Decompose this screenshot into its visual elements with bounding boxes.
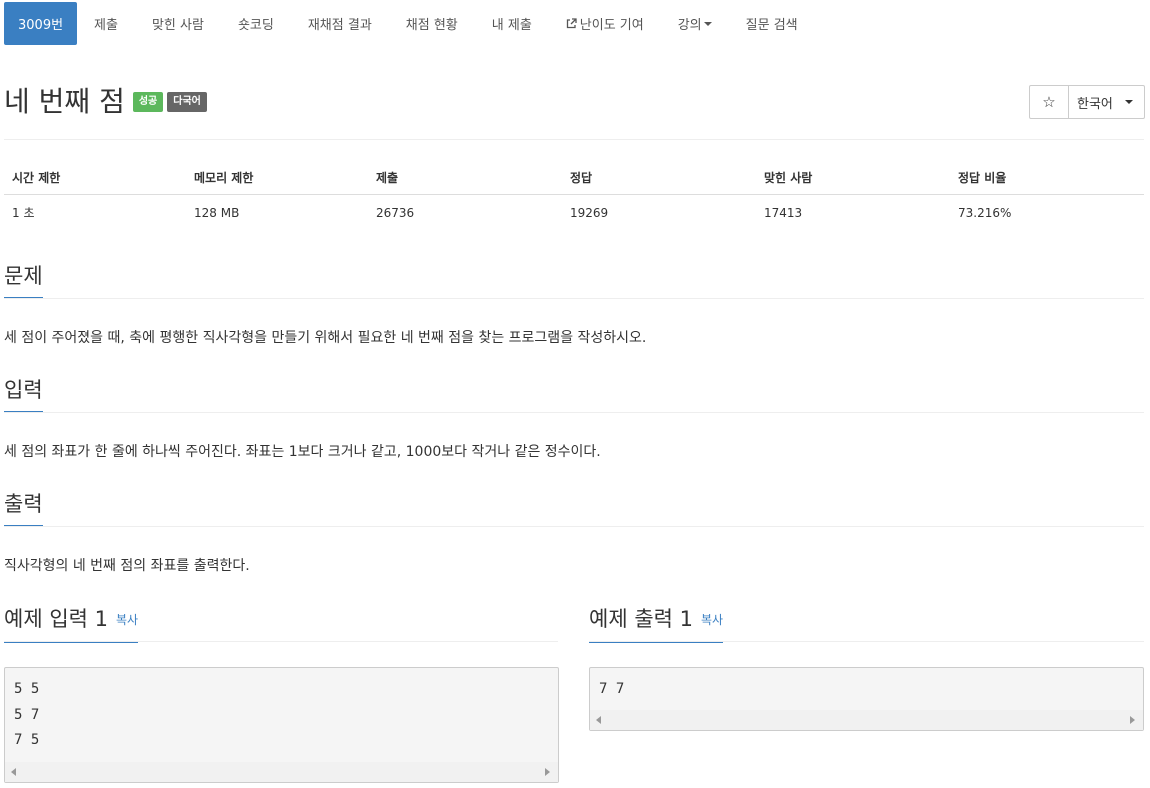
tab-lectures-label: 강의 [677, 18, 702, 33]
tab-lectures[interactable]: 강의 [661, 2, 729, 45]
submissions-value: 26736 [376, 205, 415, 220]
sample-output-title: 예제 출력 1 [589, 607, 693, 631]
scroll-left-icon[interactable] [11, 768, 16, 776]
page-title: 네 번째 점 [4, 85, 125, 118]
sample-output-box: 7 7 [589, 667, 1144, 731]
favorite-button[interactable]: ☆ [1030, 86, 1069, 118]
horizontal-scrollbar[interactable] [590, 710, 1143, 730]
tab-status[interactable]: 채점 현황 [389, 2, 475, 45]
tab-submit[interactable]: 제출 [77, 2, 135, 45]
scroll-right-icon[interactable] [1130, 716, 1135, 724]
tab-solvers[interactable]: 맞힌 사람 [135, 2, 221, 45]
sample-output-text: 7 7 [599, 681, 625, 697]
header-accepted: 정답 [570, 170, 593, 185]
problem-description: 세 점이 주어졌을 때, 축에 평행한 직사각형을 만들기 위해서 필요한 네 … [4, 330, 647, 346]
sample-input-divider [4, 641, 558, 642]
copy-input-link[interactable]: 복사 [116, 613, 138, 627]
tab-question-search[interactable]: 질문 검색 [729, 2, 815, 45]
tab-short-coding[interactable]: 숏코딩 [221, 2, 291, 45]
tab-problem[interactable]: 3009번 [4, 2, 78, 45]
tab-submit-label: 제출 [94, 18, 118, 33]
header-time-limit: 시간 제한 [12, 170, 61, 185]
language-label: 한국어 [1077, 96, 1113, 112]
title-divider [4, 139, 1144, 140]
problem-nav: 3009번 제출 맞힌 사람 숏코딩 재채점 결과 채점 현황 내 제출 난이도… [4, 2, 815, 45]
sample-output-divider [589, 641, 1144, 642]
tab-solvers-label: 맞힌 사람 [151, 18, 204, 33]
header-submissions: 제출 [376, 170, 399, 185]
caret-down-icon [1124, 100, 1133, 104]
problem-tools: ☆ 한국어 [1029, 85, 1145, 119]
stats-table: 시간 제한 메모리 제한 제출 정답 맞힌 사람 정답 비율 1 초 128 M… [4, 160, 1144, 230]
title-row: 네 번째 점 성공 다국어 [4, 84, 207, 120]
input-section-header: 입력 [4, 377, 43, 413]
sample-output-header: 예제 출력 1 복사 [589, 606, 724, 643]
tab-question-search-label: 질문 검색 [745, 18, 798, 33]
input-description: 세 점의 좌표가 한 줄에 하나씩 주어진다. 좌표는 1보다 크거나 같고, … [4, 444, 601, 460]
external-link-icon [566, 18, 577, 29]
header-memory-limit: 메모리 제한 [194, 170, 254, 185]
success-badge: 성공 [132, 92, 164, 112]
time-limit-value: 1 초 [12, 206, 35, 220]
sample-input-text: 5 5 5 7 7 5 [14, 681, 40, 748]
header-ratio: 정답 비율 [958, 170, 1007, 185]
problem-section-header: 문제 [4, 263, 43, 299]
accepted-value: 19269 [570, 205, 609, 220]
tab-my-submissions-label: 내 제출 [491, 18, 532, 33]
sample-input-header: 예제 입력 1 복사 [4, 606, 139, 643]
multilang-badge: 다국어 [167, 92, 207, 112]
sample-input-box: 5 5 5 7 7 5 [4, 667, 559, 783]
sample-output-heading: 예제 출력 1 복사 [589, 606, 724, 643]
solvers-value: 17413 [764, 205, 803, 220]
language-select[interactable]: 한국어 [1069, 86, 1144, 118]
sample-input-heading: 예제 입력 1 복사 [4, 606, 139, 643]
scroll-right-icon[interactable] [545, 768, 550, 776]
tab-short-coding-label: 숏코딩 [237, 18, 274, 33]
copy-output-link[interactable]: 복사 [701, 613, 723, 627]
tab-difficulty-label: 난이도 기여 [579, 18, 644, 33]
horizontal-scrollbar[interactable] [5, 762, 558, 782]
tab-problem-label: 3009번 [18, 18, 64, 33]
ratio-value: 73.216% [958, 205, 1012, 220]
output-heading: 출력 [4, 491, 43, 527]
scroll-left-icon[interactable] [596, 716, 601, 724]
output-description: 직사각형의 네 번째 점의 좌표를 출력한다. [4, 558, 250, 574]
sample-input-title: 예제 입력 1 [4, 607, 108, 631]
caret-down-icon [703, 21, 712, 26]
memory-limit-value: 128 MB [194, 205, 240, 220]
star-icon: ☆ [1042, 93, 1056, 111]
tab-difficulty[interactable]: 난이도 기여 [549, 2, 661, 45]
input-section-divider [4, 412, 1144, 413]
input-heading: 입력 [4, 377, 43, 413]
tab-rejudge[interactable]: 재채점 결과 [291, 2, 389, 45]
header-solvers: 맞힌 사람 [764, 170, 813, 185]
stats-value-row: 1 초 128 MB 26736 19269 17413 73.216% [4, 195, 1144, 230]
tab-status-label: 채점 현황 [405, 18, 458, 33]
tab-my-submissions[interactable]: 내 제출 [475, 2, 549, 45]
tab-rejudge-label: 재채점 결과 [307, 18, 372, 33]
stats-header-row: 시간 제한 메모리 제한 제출 정답 맞힌 사람 정답 비율 [4, 160, 1144, 195]
output-section-header: 출력 [4, 491, 43, 527]
output-section-divider [4, 526, 1144, 527]
problem-section-divider [4, 298, 1144, 299]
problem-heading: 문제 [4, 263, 43, 299]
